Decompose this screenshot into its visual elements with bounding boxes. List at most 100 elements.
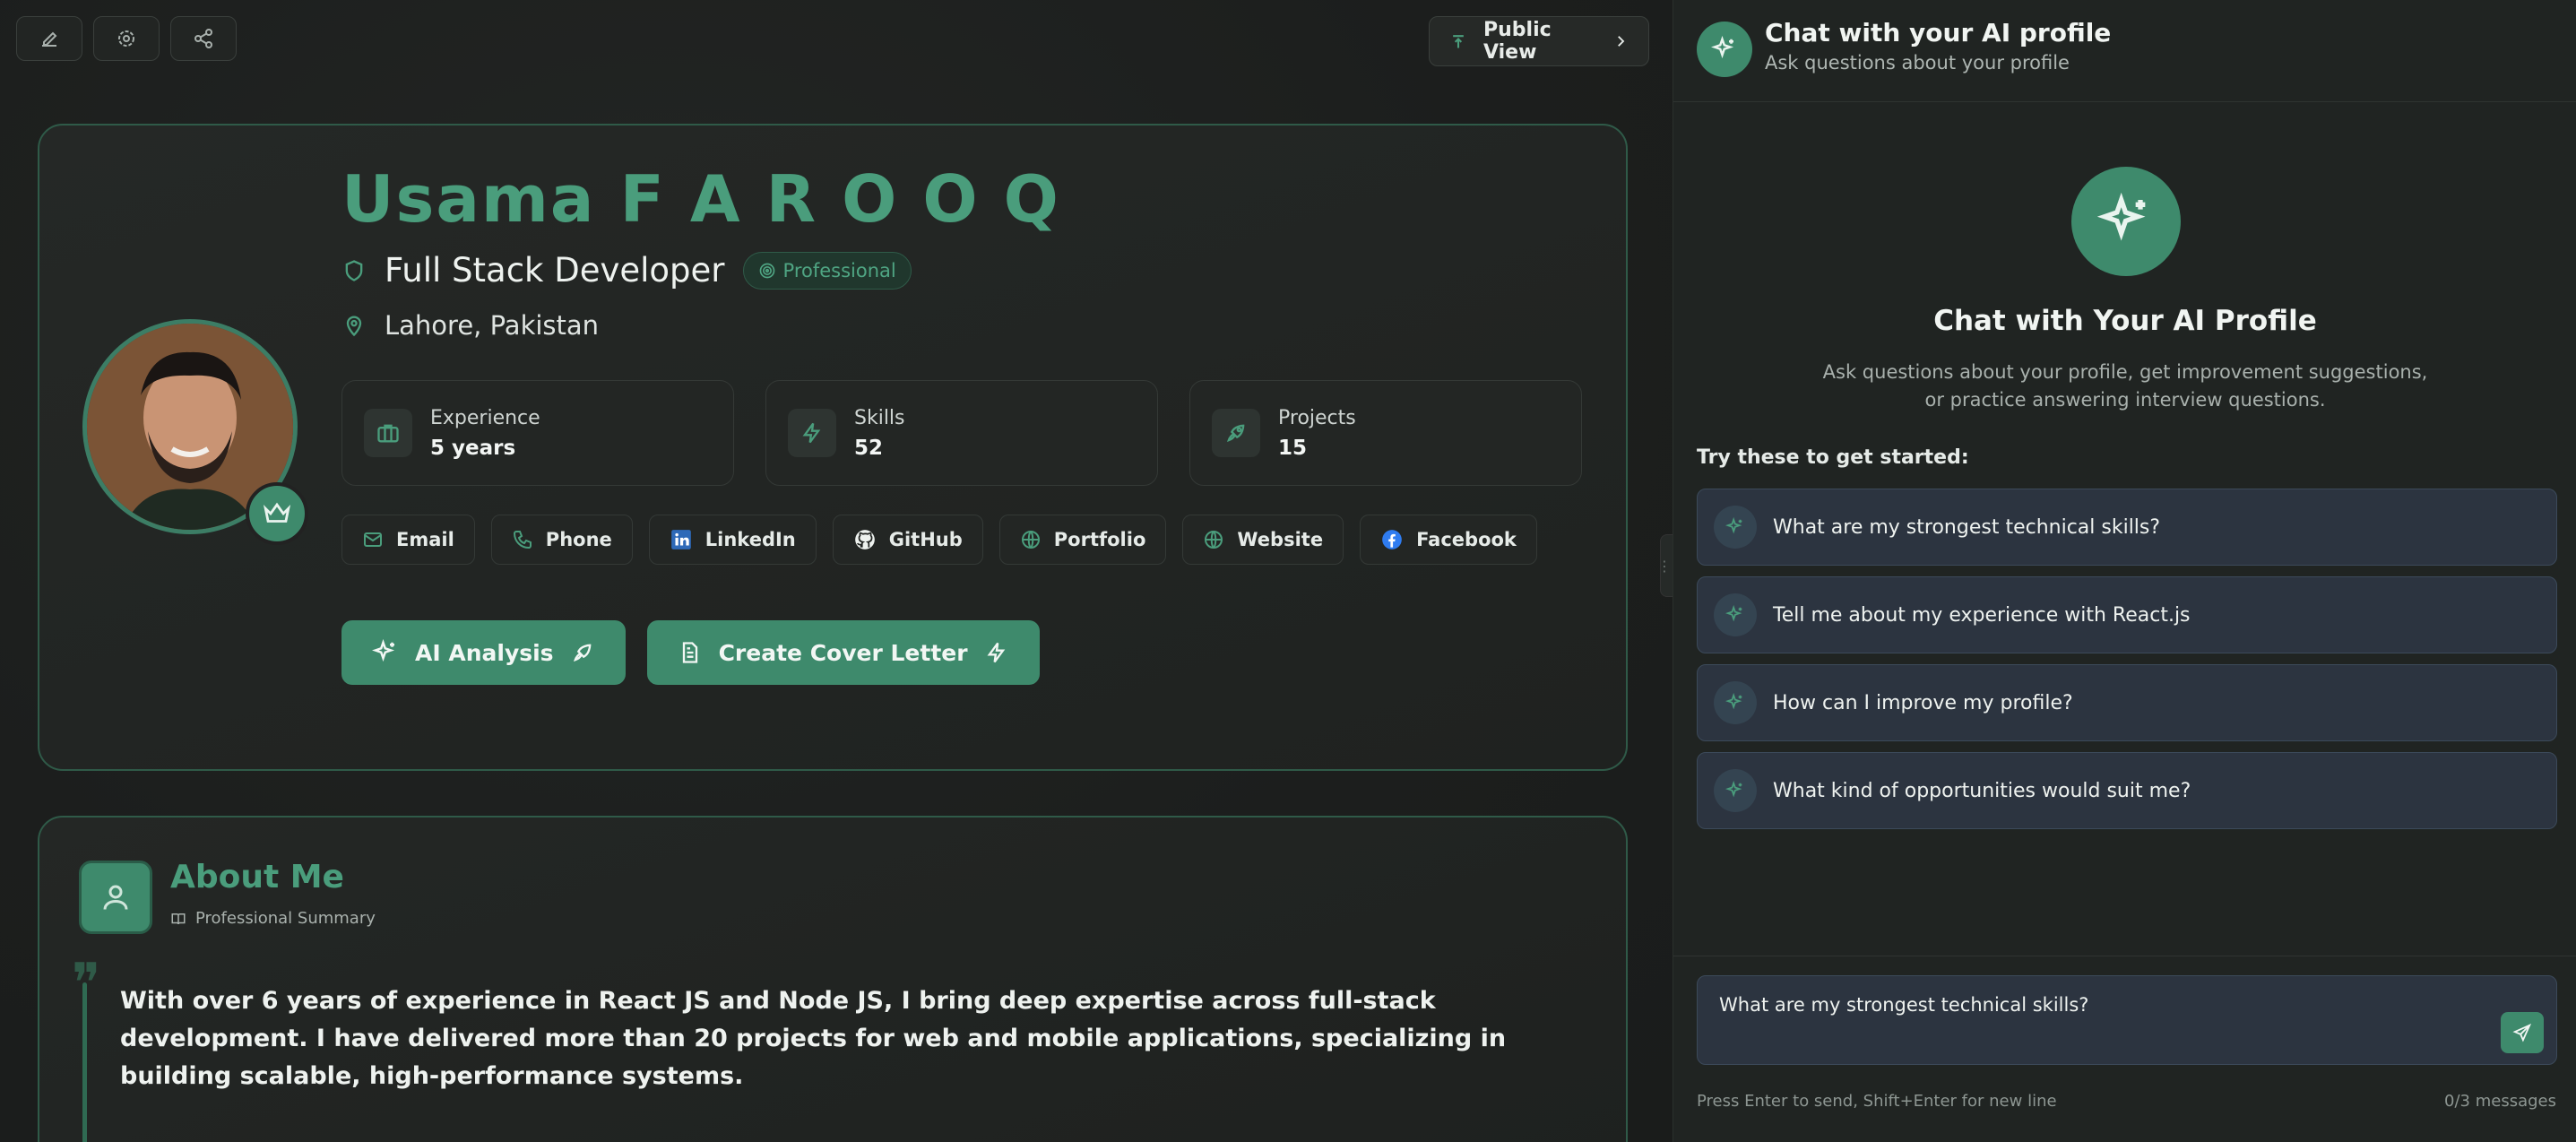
create-cover-letter-button[interactable]: Create Cover Letter bbox=[646, 620, 1040, 685]
globe-icon bbox=[1205, 531, 1223, 549]
stat-label: Projects bbox=[1278, 406, 1356, 429]
portfolio-link[interactable]: Portfolio bbox=[998, 515, 1167, 565]
profile-pane: Public View Usama F A R O O Q Full Stack… bbox=[0, 0, 1673, 1142]
facebook-link-label: Facebook bbox=[1416, 529, 1517, 550]
crown-badge bbox=[246, 482, 308, 545]
settings-button[interactable] bbox=[93, 16, 160, 61]
chevron-right-icon bbox=[1618, 36, 1625, 47]
email-link-label: Email bbox=[396, 529, 454, 550]
profile-location: Lahore, Pakistan bbox=[385, 310, 600, 341]
suggestion-item[interactable]: What kind of opportunities would suit me… bbox=[1697, 752, 2557, 829]
facebook-link[interactable]: Facebook bbox=[1360, 515, 1537, 565]
globe-icon bbox=[1021, 531, 1040, 549]
chat-header-title: Chat with your AI profile bbox=[1765, 18, 2112, 48]
portfolio-link-label: Portfolio bbox=[1053, 529, 1146, 550]
sparkles-icon bbox=[372, 639, 395, 662]
github-link-label: GitHub bbox=[888, 529, 963, 550]
rocket-icon bbox=[573, 644, 591, 662]
profile-role: Full Stack Developer bbox=[385, 251, 725, 290]
about-text: With over 6 years of experience in React… bbox=[120, 987, 1507, 1090]
profile-name: Usama F A R O O Q bbox=[341, 161, 1060, 237]
mail-icon bbox=[364, 532, 382, 547]
suggestion-text: What are my strongest technical skills? bbox=[1773, 515, 2161, 539]
professional-badge: Professional bbox=[742, 251, 912, 290]
sparkles-icon bbox=[1714, 506, 1757, 549]
linkedin-icon bbox=[670, 530, 691, 549]
about-subtitle: Professional Summary bbox=[195, 909, 376, 928]
book-icon bbox=[171, 913, 186, 924]
ai-analysis-button[interactable]: AI Analysis bbox=[341, 620, 626, 685]
edit-icon bbox=[42, 31, 57, 47]
suggestion-text: Tell me about my experience with React.j… bbox=[1773, 603, 2191, 627]
edit-button[interactable] bbox=[16, 16, 82, 61]
phone-link-label: Phone bbox=[545, 529, 612, 550]
phone-link[interactable]: Phone bbox=[490, 515, 633, 565]
send-button[interactable] bbox=[2501, 1012, 2544, 1053]
send-icon bbox=[2512, 1023, 2532, 1043]
ai-analysis-label: AI Analysis bbox=[415, 639, 554, 666]
phone-icon bbox=[513, 531, 532, 549]
input-hint: Press Enter to send, Shift+Enter for new… bbox=[1697, 1092, 2057, 1111]
suggestion-item[interactable]: What are my strongest technical skills? bbox=[1697, 489, 2557, 566]
facebook-icon bbox=[1382, 530, 1402, 549]
quote-bar bbox=[82, 982, 87, 1142]
chat-input[interactable]: What are my strongest technical skills? bbox=[1697, 975, 2557, 1065]
suggestions-label: Try these to get started: bbox=[1697, 446, 1969, 469]
briefcase-icon bbox=[364, 409, 412, 457]
role-row: Full Stack Developer Professional bbox=[341, 251, 912, 290]
target-icon bbox=[759, 263, 774, 278]
message-count: 0/3 messages bbox=[2444, 1092, 2556, 1111]
pin-icon bbox=[1453, 35, 1464, 48]
about-subtitle-row: Professional Summary bbox=[170, 909, 376, 928]
stat-value: 5 years bbox=[430, 436, 516, 460]
public-view-button[interactable]: Public View bbox=[1429, 16, 1649, 66]
sparkles-icon bbox=[1697, 22, 1752, 77]
rocket-icon bbox=[1212, 409, 1260, 457]
professional-badge-label: Professional bbox=[782, 259, 896, 281]
crown-icon bbox=[263, 502, 291, 523]
contact-links: Email Phone LinkedIn GitHub Portfolio We… bbox=[341, 515, 1537, 565]
document-icon bbox=[682, 642, 697, 663]
sparkles-icon bbox=[1714, 593, 1757, 636]
lightning-icon bbox=[987, 642, 1005, 663]
lightning-icon bbox=[788, 409, 836, 457]
chat-input-value: What are my strongest technical skills? bbox=[1719, 994, 2089, 1016]
chat-header: Chat with your AI profile Ask questions … bbox=[1673, 0, 2576, 102]
linkedin-link[interactable]: LinkedIn bbox=[648, 515, 817, 565]
email-link[interactable]: Email bbox=[341, 515, 475, 565]
about-title: About Me bbox=[170, 859, 344, 895]
share-icon bbox=[194, 29, 212, 48]
action-buttons: AI Analysis Create Cover Letter bbox=[341, 620, 1040, 685]
sparkles-icon bbox=[2071, 167, 2181, 276]
share-button[interactable] bbox=[170, 16, 237, 61]
create-cover-letter-label: Create Cover Letter bbox=[718, 639, 968, 666]
profile-card: Usama F A R O O Q Full Stack Developer P… bbox=[38, 124, 1628, 771]
suggestion-item[interactable]: Tell me about my experience with React.j… bbox=[1697, 576, 2557, 653]
website-link[interactable]: Website bbox=[1182, 515, 1344, 565]
stat-label: Skills bbox=[854, 406, 905, 429]
location-row: Lahore, Pakistan bbox=[341, 310, 599, 341]
chat-header-subtitle: Ask questions about your profile bbox=[1765, 52, 2070, 74]
stat-value: 15 bbox=[1278, 436, 1308, 460]
github-link[interactable]: GitHub bbox=[832, 515, 983, 565]
public-view-label: Public View bbox=[1483, 19, 1552, 64]
suggestion-item[interactable]: How can I improve my profile? bbox=[1697, 664, 2557, 741]
stat-label: Experience bbox=[430, 406, 540, 429]
sparkles-icon bbox=[1714, 769, 1757, 812]
linkedin-link-label: LinkedIn bbox=[705, 529, 796, 550]
suggestion-text: How can I improve my profile? bbox=[1773, 691, 2073, 714]
shield-icon bbox=[345, 259, 363, 281]
github-icon bbox=[854, 530, 875, 549]
settings-icon bbox=[118, 30, 134, 47]
stat-experience: Experience 5 years bbox=[341, 380, 734, 486]
chat-hero-title: Chat with Your AI Profile bbox=[1933, 305, 2317, 337]
stat-projects: Projects 15 bbox=[1189, 380, 1582, 486]
website-link-label: Website bbox=[1237, 529, 1324, 550]
suggestion-text: What kind of opportunities would suit me… bbox=[1773, 779, 2191, 802]
chat-panel: Chat with your AI profile Ask questions … bbox=[1673, 0, 2576, 1142]
user-icon bbox=[79, 861, 152, 934]
map-pin-icon bbox=[346, 316, 362, 337]
sparkles-icon bbox=[1714, 681, 1757, 724]
chat-hero-description: Ask questions about your profile, get im… bbox=[1822, 361, 2428, 411]
stat-value: 52 bbox=[854, 436, 884, 460]
